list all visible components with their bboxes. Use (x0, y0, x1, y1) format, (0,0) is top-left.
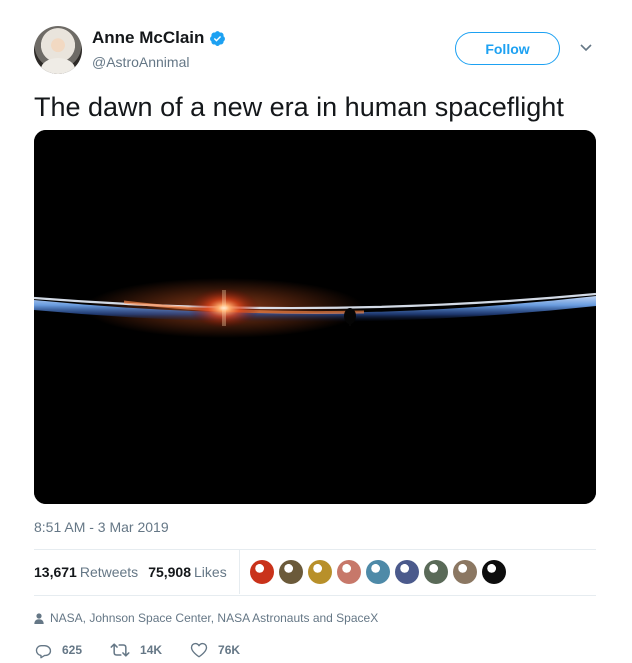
person-icon (34, 612, 44, 624)
liker-avatar[interactable] (278, 560, 303, 584)
tweet-actions: 625 14K 76K (34, 640, 268, 660)
tweet-text: The dawn of a new era in human spaceflig… (34, 92, 564, 122)
author-name-row: Anne McClain (92, 28, 226, 48)
tweet-stats: 13,671 Retweets 75,908 Likes (34, 550, 596, 594)
author-name[interactable]: Anne McClain (92, 28, 204, 48)
liker-avatar[interactable] (249, 560, 274, 584)
verified-badge-icon (210, 30, 226, 46)
divider (238, 550, 240, 594)
likes-count: 75,908 (148, 564, 192, 580)
retweet-button[interactable]: 14K (110, 641, 162, 659)
reply-icon (35, 644, 52, 659)
likes-label: Likes (194, 564, 227, 580)
tagged-users-text: NASA, Johnson Space Center, NASA Astrona… (50, 611, 379, 625)
heart-icon (190, 642, 208, 658)
retweet-count: 14K (140, 643, 163, 657)
liker-avatar[interactable] (452, 560, 477, 584)
liker-avatar[interactable] (307, 560, 332, 584)
like-count: 76K (218, 643, 241, 657)
avatar[interactable] (34, 26, 82, 74)
tweet-header: Anne McClain @AstroAnnimal Follow (34, 24, 598, 76)
follow-button[interactable]: Follow (455, 32, 560, 65)
liker-avatar[interactable] (336, 560, 361, 584)
liker-avatar[interactable] (365, 560, 390, 584)
author-handle[interactable]: @AstroAnnimal (92, 54, 189, 70)
tweet-photo[interactable] (34, 130, 596, 504)
chevron-down-icon[interactable] (579, 40, 593, 54)
retweets-label: Retweets (79, 564, 139, 580)
reply-count: 625 (62, 643, 83, 657)
likes-stat[interactable]: 75,908 Likes (148, 564, 227, 580)
liker-avatar[interactable] (394, 560, 419, 584)
retweet-icon (110, 643, 130, 657)
liker-avatars (249, 560, 511, 584)
liker-avatar[interactable] (481, 560, 506, 584)
divider (34, 595, 596, 596)
tweet-timestamp[interactable]: 8:51 AM - 3 Mar 2019 (34, 519, 169, 535)
tagged-users[interactable]: NASA, Johnson Space Center, NASA Astrona… (34, 611, 378, 625)
retweets-stat[interactable]: 13,671 Retweets (34, 564, 138, 580)
reply-button[interactable]: 625 (34, 641, 82, 659)
retweets-count: 13,671 (34, 564, 77, 580)
liker-avatar[interactable] (423, 560, 448, 584)
like-button[interactable]: 76K (190, 641, 240, 659)
